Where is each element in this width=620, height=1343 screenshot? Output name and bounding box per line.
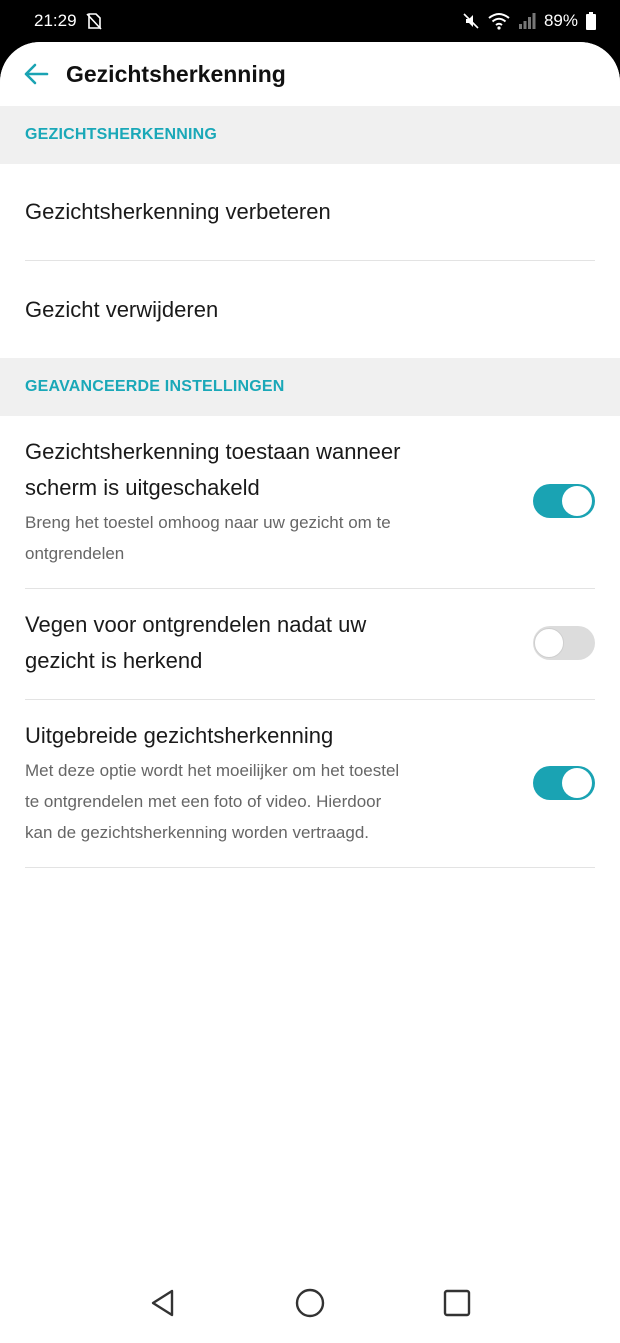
item-title-line2: scherm is uitgeschakeld [25,475,260,500]
toggle-knob [562,767,592,798]
screen-off-toggle[interactable] [533,483,595,519]
no-sim-icon [85,12,103,30]
back-arrow-icon[interactable] [20,58,52,90]
mute-icon [462,12,480,30]
delete-face-item[interactable]: Gezicht verwijderen [25,261,595,358]
item-subtitle-line1: Met deze optie wordt het moeilijker om h… [25,761,400,780]
recents-square-icon[interactable] [435,1281,479,1325]
wifi-icon [488,12,510,30]
item-subtitle-line2: ontgrendelen [25,544,125,563]
improve-face-recognition-item[interactable]: Gezichtsherkenning verbeteren [25,164,595,261]
swipe-to-unlock-toggle[interactable] [533,625,595,661]
section-header-face-recognition: GEZICHTSHERKENNING [0,106,620,164]
battery-percentage: 89% [543,11,578,30]
navigation-bar [0,1263,620,1343]
toggle-knob [534,628,564,658]
signal-icon [518,12,536,30]
advanced-face-recognition-item[interactable]: Uitgebreide gezichtsherkenning Met deze … [25,700,595,868]
status-time: 21:29 [34,11,77,30]
settings-screen: Gezichtsherkenning GEZICHTSHERKENNING Ge… [0,42,620,1343]
page-title: Gezichtsherkenning [66,60,286,87]
item-title-line1: Gezichtsherkenning toestaan wanneer [25,439,401,464]
item-subtitle-line1: Breng het toestel omhoog naar uw gezicht… [25,513,391,532]
item-title: Gezichtsherkenning verbeteren [25,199,331,224]
item-subtitle-line2: te ontgrendelen met een foto of video. H… [25,792,382,811]
home-circle-icon[interactable] [288,1281,332,1325]
item-title-line2: gezicht is herkend [25,648,203,673]
advanced-recognition-toggle[interactable] [533,765,595,801]
item-title-line1: Uitgebreide gezichtsherkenning [25,723,334,748]
item-title: Gezicht verwijderen [25,296,219,322]
app-bar: Gezichtsherkenning [0,42,620,106]
status-bar: 21:29 89% [0,0,620,42]
item-title-line1: Vegen voor ontgrendelen nadat uw [25,612,367,637]
back-triangle-icon[interactable] [141,1281,185,1325]
toggle-knob [562,486,592,516]
item-subtitle-line3: kan de gezichtsherkenning worden vertraa… [25,823,369,842]
swipe-to-unlock-item[interactable]: Vegen voor ontgrendelen nadat uw gezicht… [25,589,595,700]
battery-icon [586,12,596,30]
section-header-advanced-settings: GEAVANCEERDE INSTELLINGEN [0,358,620,416]
allow-when-screen-off-item[interactable]: Gezichtsherkenning toestaan wanneer sche… [25,416,595,589]
